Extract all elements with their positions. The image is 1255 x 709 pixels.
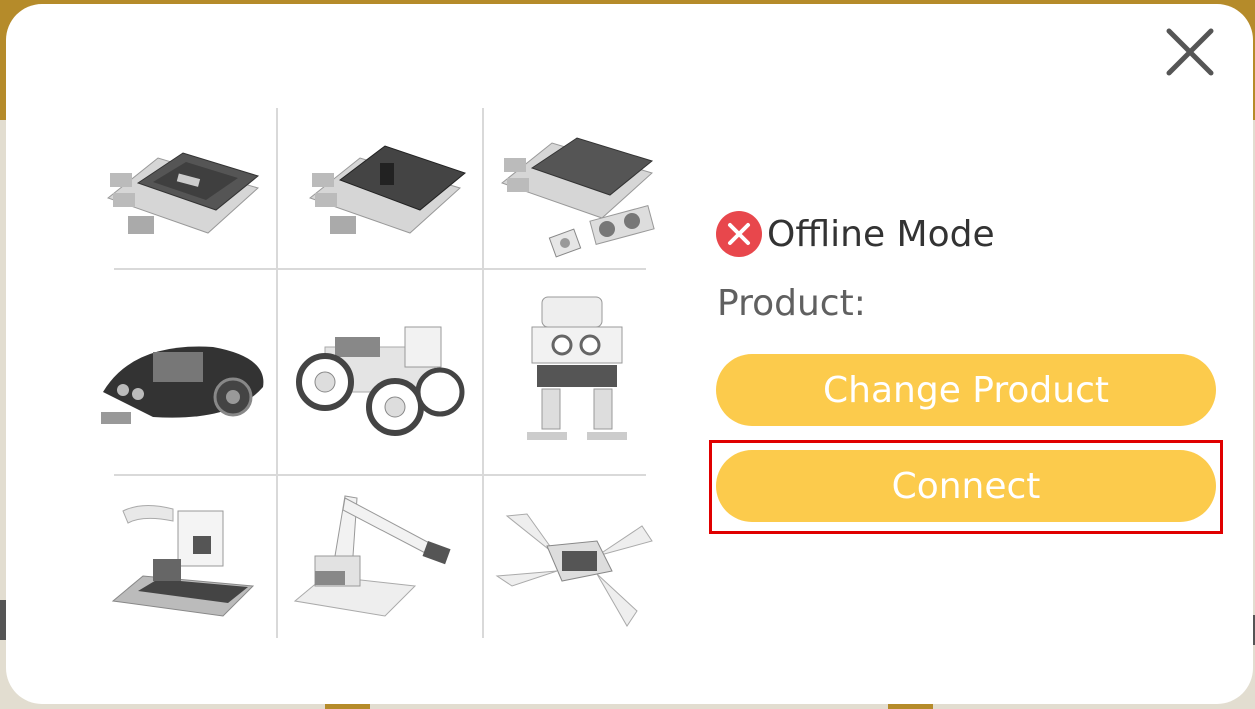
product-image-biped-robot <box>484 270 670 474</box>
expansion-board-icon <box>106 152 260 234</box>
status-label: Offline Mode <box>767 213 995 255</box>
product-image-sensor-kit <box>484 108 670 268</box>
product-image-robot-arm <box>278 476 482 646</box>
close-button[interactable] <box>1163 25 1217 79</box>
change-product-button[interactable]: Change Product <box>716 354 1216 426</box>
product-image-expansion-board <box>90 108 276 268</box>
connection-status: Offline Mode <box>715 209 995 259</box>
product-image-camera-module <box>90 476 276 646</box>
connect-button[interactable]: Connect <box>716 450 1216 522</box>
tank-robot-icon <box>101 346 264 424</box>
product-image-spider-robot <box>484 476 670 646</box>
product-label: Product: <box>717 283 866 324</box>
spider-robot-icon <box>495 513 653 627</box>
robot-arm-icon <box>293 495 451 617</box>
battery-board-icon <box>308 145 467 234</box>
product-image-four-wheel-car <box>278 270 482 474</box>
error-x-icon <box>715 210 763 258</box>
sensor-kit-icon <box>500 137 655 258</box>
camera-module-icon <box>111 505 255 617</box>
product-image-grid <box>90 108 670 668</box>
four-wheel-car-icon <box>296 326 465 436</box>
product-image-battery-board <box>278 108 482 268</box>
product-image-tank-robot <box>90 270 276 474</box>
biped-robot-icon <box>527 296 627 440</box>
close-icon <box>1166 28 1214 76</box>
